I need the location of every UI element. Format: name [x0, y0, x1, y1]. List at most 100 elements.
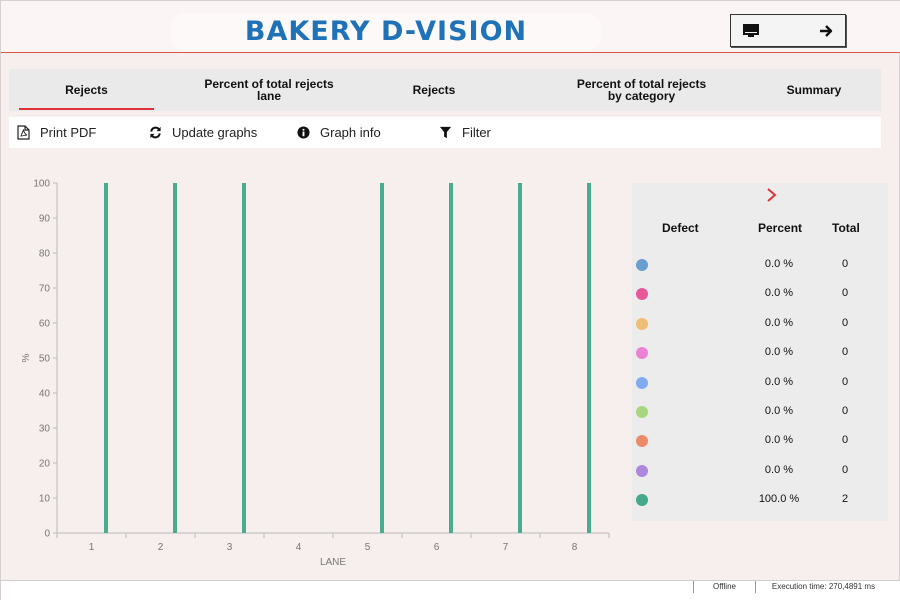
x-tick-label: 1: [89, 542, 95, 553]
x-tick-label: 8: [572, 542, 578, 553]
tab-summary-label: Summary: [786, 83, 842, 97]
tab-rejects[interactable]: Rejects: [19, 69, 154, 111]
y-tick-label: 40: [39, 389, 51, 400]
legend-color-dot: [636, 464, 648, 477]
legend-total: 0: [841, 434, 849, 447]
legend-total: 0: [841, 316, 849, 329]
legend-color-dot: [636, 317, 648, 330]
y-tick-label: 70: [39, 284, 51, 295]
connection-status: Offline: [693, 581, 755, 593]
tab-percent-category[interactable]: Percent of total rejects by category: [559, 69, 724, 111]
rejects-chart: 0 10 20 30 40 50 60 70 80 90 100 1 2 3 4 5 6 7 8 LANE%: [9, 171, 621, 571]
graph-info-button[interactable]: Graph info: [297, 117, 381, 148]
tab-summary[interactable]: Summary: [769, 69, 859, 111]
pdf-file-icon: [17, 125, 30, 140]
data-bar: [173, 183, 177, 533]
tab-percent-lane-line2: lane: [256, 89, 281, 103]
legend-percent: 0.0 %: [764, 434, 794, 447]
update-graphs-label: Update graphs: [172, 125, 258, 140]
data-bar: [242, 183, 246, 533]
tab-bar: Rejects Percent of total rejects lane Re…: [9, 69, 881, 111]
legend-row: 0.0 % 0: [632, 461, 888, 481]
legend-color-dot: [636, 494, 648, 507]
legend-total: 0: [841, 258, 849, 270]
legend-row: 0.0 % 0: [632, 255, 888, 275]
legend-percent: 0.0 %: [764, 375, 794, 388]
y-tick-label: 30: [39, 424, 51, 435]
data-bar: [104, 183, 108, 533]
data-bar: [518, 183, 522, 533]
x-tick-label: 2: [158, 542, 164, 553]
x-tick-label: 6: [434, 542, 440, 553]
legend-header-percent: Percent: [758, 221, 803, 235]
tab-percent-lane[interactable]: Percent of total rejects lane: [189, 69, 349, 111]
legend-row: 100.0 % 2: [632, 490, 888, 510]
x-tick-label: 3: [227, 542, 233, 553]
refresh-icon: [150, 126, 161, 139]
monitor-navigate-button[interactable]: [730, 14, 846, 47]
defect-legend-panel: Defect Percent Total 0.0 % 0 0.0 % 0 0.0 % 0 0…: [632, 183, 888, 521]
arrow-right-icon: [820, 24, 833, 37]
info-circle-icon: [297, 126, 310, 139]
legend-total: 2: [841, 493, 849, 506]
legend-percent: 0.0 %: [764, 463, 794, 476]
toolbar: Print PDF Update graphs Graph info Filte…: [9, 117, 881, 148]
legend-percent: 0.0 %: [764, 316, 794, 329]
legend-total: 0: [841, 375, 849, 388]
y-tick-label: 50: [39, 354, 51, 365]
y-tick-label: 20: [39, 459, 51, 470]
legend-total: 0: [841, 405, 849, 417]
active-tab-underline: [19, 108, 154, 110]
legend-header-total: Total: [832, 221, 860, 235]
app-window: BAKERY D-VISION Rejects Percent of total…: [0, 0, 900, 600]
legend-color-dot: [636, 347, 648, 360]
tab-percent-category-line2: by category: [607, 89, 676, 103]
legend-total: 0: [841, 287, 849, 300]
legend-color-dot: [636, 288, 648, 301]
header-bar: BAKERY D-VISION: [1, 1, 900, 53]
app-title: BAKERY D-VISION: [171, 13, 601, 51]
legend-row: 0.0 % 0: [632, 284, 888, 304]
y-axis-title: %: [21, 353, 32, 362]
legend-percent: 0.0 %: [764, 346, 794, 359]
legend-color-dot: [636, 406, 648, 418]
y-tick-label: 90: [39, 214, 51, 225]
legend-total: 0: [841, 463, 849, 476]
tab-rejects-2[interactable]: Rejects: [389, 69, 479, 111]
y-tick-label: 60: [39, 319, 51, 330]
print-pdf-label: Print PDF: [40, 125, 97, 140]
graph-info-label: Graph info: [320, 125, 381, 140]
print-pdf-button[interactable]: Print PDF: [17, 117, 96, 148]
chevron-right-icon[interactable]: [762, 185, 782, 205]
x-tick-label: 4: [296, 542, 302, 553]
legend-color-dot: [636, 435, 648, 448]
data-bar: [449, 183, 453, 533]
legend-header-defect: Defect: [662, 221, 699, 235]
monitor-icon: [743, 23, 759, 37]
legend-row: 0.0 % 0: [632, 343, 888, 363]
legend-color-dot: [636, 376, 648, 389]
filter-icon: [439, 126, 452, 139]
execution-time: Execution time: 270,4891 ms: [755, 581, 891, 593]
data-bar: [587, 183, 591, 533]
x-axis-title: LANE: [320, 557, 346, 568]
legend-total: 0: [841, 346, 849, 359]
y-tick-label: 100: [33, 179, 50, 190]
rejects-chart-svg: 0 10 20 30 40 50 60 70 80 90 100 1 2 3 4 5 6 7 8 LANE%: [21, 179, 610, 568]
status-bar: Offline Execution time: 270,4891 ms: [1, 580, 900, 600]
legend-row: 0.0 % 0: [632, 402, 888, 422]
update-graphs-button[interactable]: Update graphs: [149, 117, 257, 148]
legend-color-dot: [636, 259, 648, 271]
filter-label: Filter: [462, 125, 491, 140]
legend-row: 0.0 % 0: [632, 373, 888, 393]
legend-percent: 100.0 %: [758, 493, 800, 506]
tab-rejects-label: Rejects: [65, 83, 108, 97]
y-tick-label: 80: [39, 249, 51, 260]
x-tick-label: 7: [503, 542, 509, 553]
tab-rejects-2-label: Rejects: [412, 83, 456, 97]
y-tick-label: 10: [39, 494, 51, 505]
legend-percent: 0.0 %: [764, 287, 794, 300]
x-tick-label: 5: [365, 542, 371, 553]
legend-row: 0.0 % 0: [632, 314, 888, 334]
filter-button[interactable]: Filter: [439, 117, 491, 148]
